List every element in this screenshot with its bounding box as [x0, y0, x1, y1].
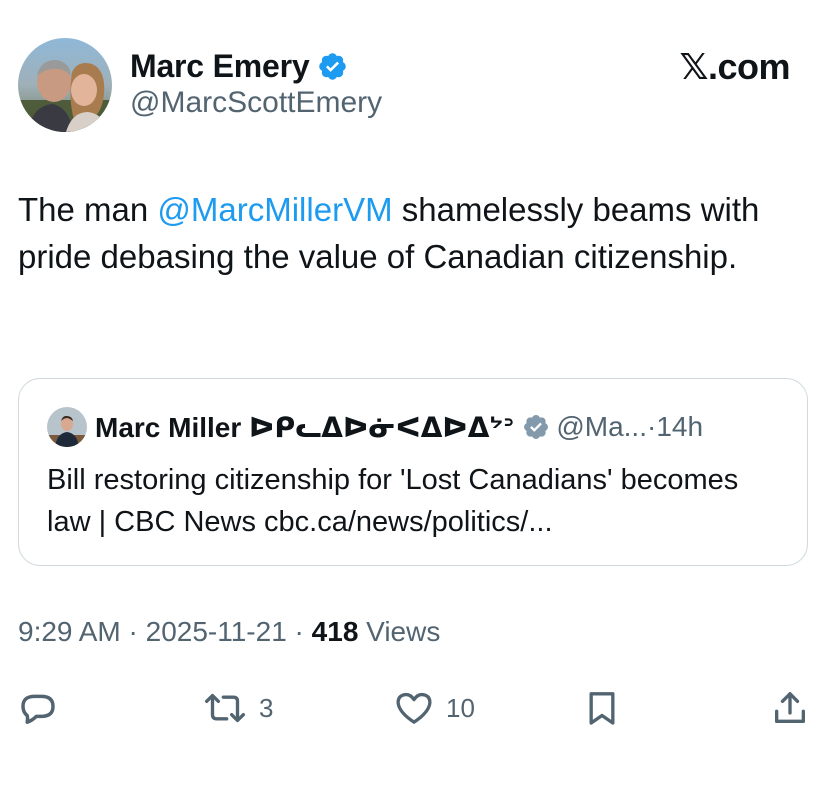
meta-separator: ·	[120, 616, 146, 647]
quoted-tweet-header: Marc Miller ᐅᑭᓚᐃᐅᓃᐸᐃᐅᐃᔾᐣ @Ma... · 14h	[47, 407, 703, 447]
tweet-text-start: The man	[18, 191, 158, 228]
quoted-avatar-photo	[47, 407, 87, 447]
heart-icon	[396, 692, 432, 724]
quoted-tweet-card[interactable]: Marc Miller ᐅᑭᓚᐃᐅᓃᐸᐃᐅᐃᔾᐣ @Ma... · 14h Bi…	[18, 378, 808, 566]
tweet-meta-row: 9:29 AM · 2025-11-21 · 418 Views	[18, 616, 440, 648]
quoted-author-handle[interactable]: @Ma...	[556, 411, 647, 443]
mention-link[interactable]: @MarcMillerVM	[157, 191, 392, 228]
reply-icon	[21, 694, 55, 724]
quoted-verified-badge-icon	[524, 415, 549, 439]
tweet-time[interactable]: 9:29 AM	[18, 616, 121, 647]
author-avatar[interactable]	[18, 38, 112, 132]
quoted-meta-separator: ·	[647, 411, 657, 442]
author-display-name[interactable]: Marc Emery	[130, 48, 310, 85]
tweet-action-bar: 3 10	[0, 680, 828, 736]
tweet-text: The man @MarcMillerVM shamelessly beams …	[18, 186, 778, 280]
views-count: 418	[311, 616, 359, 647]
share-button[interactable]	[770, 680, 810, 736]
like-count: 10	[446, 692, 475, 723]
retweet-count: 3	[259, 692, 274, 723]
avatar-photo	[18, 38, 112, 132]
quoted-author-avatar[interactable]	[47, 407, 87, 447]
quoted-tweet-text: Bill restoring citizenship for 'Lost Can…	[47, 464, 739, 538]
verified-badge-icon[interactable]	[317, 51, 348, 82]
quoted-tweet-age[interactable]: 14h	[656, 411, 703, 443]
share-icon	[775, 692, 805, 723]
bookmark-icon	[589, 692, 615, 725]
retweet-button[interactable]: 3	[203, 680, 273, 736]
author-handle[interactable]: @MarcScottEmery	[130, 86, 382, 120]
bookmark-button[interactable]	[582, 680, 622, 736]
site-logo: 𝕏.com	[679, 46, 790, 87]
author-name-row: Marc Emery	[130, 46, 348, 86]
tweet-date[interactable]: 2025-11-21	[146, 616, 287, 647]
quoted-author-name[interactable]: Marc Miller ᐅᑭᓚᐃᐅᓃᐸᐃᐅᐃᔾᐣ	[95, 411, 514, 444]
like-button[interactable]: 10	[394, 680, 475, 736]
meta-separator: ·	[286, 616, 312, 647]
reply-button[interactable]	[18, 680, 58, 736]
views-label: Views	[358, 616, 441, 647]
retweet-icon	[205, 693, 245, 723]
